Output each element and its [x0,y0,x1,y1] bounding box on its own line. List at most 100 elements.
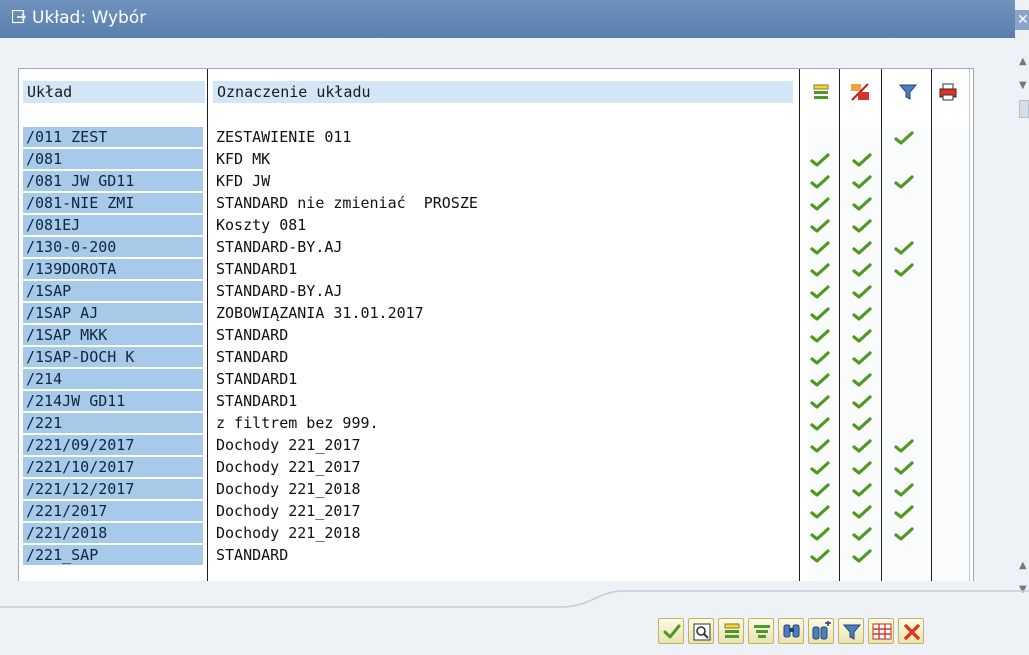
layout-description-cell[interactable]: KFD MK [213,149,795,169]
checkmark-icon [852,350,872,366]
layout-key-cell[interactable]: /221/12/2017 [23,479,203,499]
column-header-description[interactable]: Oznaczenie układu [213,81,793,103]
checkmark-icon [852,284,872,300]
table-row[interactable]: /1SAP MKK STANDARD [19,325,973,347]
layout-description-cell[interactable]: Dochody 221_2017 [213,501,795,521]
print-icon[interactable] [937,81,959,103]
layout-key-cell[interactable]: /139DOROTA [23,259,203,279]
checkmark-icon [852,306,872,322]
layout-key-cell[interactable]: /130-0-200 [23,237,203,257]
scroll-up-arrow[interactable]: ▲ [1019,56,1029,67]
layout-key-cell[interactable]: /221/2017 [23,501,203,521]
table-row[interactable]: /221/09/2017 Dochody 221_2017 [19,435,973,457]
layout-key-cell[interactable]: /1SAP-DOCH K [23,347,203,367]
layout-description-cell[interactable]: STANDARD-BY.AJ [213,237,795,257]
close-icon: ✕ [1017,12,1029,28]
checkmark-icon [810,460,830,476]
sort-icon [754,625,770,638]
table-row[interactable]: /221_SAP STANDARD [19,545,973,567]
scroll-grip[interactable] [1019,100,1029,118]
table-row[interactable]: /081-NIE ZMI STANDARD nie zmieniać PROSZE [19,193,973,215]
layout-key-cell[interactable]: /081-NIE ZMI [23,193,203,213]
layout-description-cell[interactable]: STANDARD1 [213,369,795,389]
layout-description-cell[interactable]: ZOBOWIĄZANIA 31.01.2017 [213,303,795,323]
layout-grid-button[interactable] [868,618,894,644]
confirm-button[interactable] [658,618,684,644]
layout-key-cell[interactable]: /1SAP [23,281,203,301]
layout-selection-table: Układ Oznaczenie układu /011 ZEST ZESTAWI… [18,68,974,581]
layout-description-cell[interactable]: Dochody 221_2017 [213,435,795,455]
table-row[interactable]: /130-0-200 STANDARD-BY.AJ [19,237,973,259]
layout-key-cell[interactable]: /214 [23,369,203,389]
layout-description-cell[interactable]: z filtrem bez 999. [213,413,795,433]
layout-description-cell[interactable]: ZESTAWIENIE 011 [213,127,795,147]
table-row[interactable]: /214 STANDARD1 [19,369,973,391]
table-row[interactable]: /081 JW GD11 KFD JW [19,171,973,193]
checkmark-icon [810,504,830,520]
default-layout-icon[interactable] [810,81,832,103]
layout-description-cell[interactable]: STANDARD nie zmieniać PROSZE [213,193,795,213]
table-row[interactable]: /081EJ Koszty 081 [19,215,973,237]
layout-key-cell[interactable]: /081 JW GD11 [23,171,203,191]
table-row[interactable]: /081 KFD MK [19,149,973,171]
layout-description-cell[interactable]: STANDARD [213,545,795,565]
layout-description-cell[interactable]: Koszty 081 [213,215,795,235]
layout-key-cell[interactable]: /221/10/2017 [23,457,203,477]
table-row[interactable]: /214JW GD11 STANDARD1 [19,391,973,413]
filter-icon[interactable] [897,81,919,103]
layout-description-cell[interactable]: STANDARD1 [213,391,795,411]
layout-key-cell[interactable]: /011 ZEST [23,127,203,147]
layout-key-cell[interactable]: /1SAP MKK [23,325,203,345]
checkmark-icon [810,218,830,234]
layout-description-cell[interactable]: Dochody 221_2018 [213,479,795,499]
close-window-button[interactable]: ✕ [1015,10,1029,30]
table-row[interactable]: /221/2017 Dochody 221_2017 [19,501,973,523]
table-row[interactable]: /1SAP AJ ZOBOWIĄZANIA 31.01.2017 [19,303,973,325]
confirm-icon [663,624,681,639]
filter-button[interactable] [838,618,864,644]
table-row[interactable]: /221 z filtrem bez 999. [19,413,973,435]
user-specific-icon[interactable] [849,81,871,103]
find-button[interactable] [778,618,804,644]
layout-description-cell[interactable]: STANDARD-BY.AJ [213,281,795,301]
find-next-button[interactable] [808,618,834,644]
layout-description-cell[interactable]: Dochody 221_2018 [213,523,795,543]
checkmark-icon [810,526,830,542]
checkmark-icon [810,328,830,344]
layout-key-cell[interactable]: /081 [23,149,203,169]
table-row[interactable]: /139DOROTA STANDARD1 [19,259,973,281]
checkmark-icon [852,438,872,454]
table-row[interactable]: /221/10/2017 Dochody 221_2017 [19,457,973,479]
layout-description-cell[interactable]: Dochody 221_2017 [213,457,795,477]
layout-description-cell[interactable]: KFD JW [213,171,795,191]
default-button[interactable] [718,618,744,644]
column-header-layout[interactable]: Układ [23,81,205,103]
checkmark-icon [894,262,914,278]
checkmark-icon [852,152,872,168]
layout-key-cell[interactable]: /221_SAP [23,545,203,565]
table-row[interactable]: /221/2018 Dochody 221_2018 [19,523,973,545]
table-row[interactable]: /1SAP STANDARD-BY.AJ [19,281,973,303]
checkmark-icon [852,548,872,564]
table-row[interactable]: /011 ZEST ZESTAWIENIE 011 [19,127,973,149]
layout-key-cell[interactable]: /081EJ [23,215,203,235]
table-row[interactable]: /1SAP-DOCH K STANDARD [19,347,973,369]
checkmark-icon [894,438,914,454]
checkmark-icon [810,548,830,564]
layout-key-cell[interactable]: /1SAP AJ [23,303,203,323]
layout-description-cell[interactable]: STANDARD1 [213,259,795,279]
sort-button[interactable] [748,618,774,644]
layout-key-cell[interactable]: /221 [23,413,203,433]
layout-description-cell[interactable]: STANDARD [213,347,795,367]
checkmark-icon [810,240,830,256]
cancel-button[interactable] [898,618,924,644]
layout-key-cell[interactable]: /221/2018 [23,523,203,543]
layout-key-cell[interactable]: /221/09/2017 [23,435,203,455]
layout-key-cell[interactable]: /214JW GD11 [23,391,203,411]
table-row[interactable]: /221/12/2017 Dochody 221_2018 [19,479,973,501]
layout-description-cell[interactable]: STANDARD [213,325,795,345]
checkmark-icon [810,416,830,432]
scroll-up-arrow-bottom[interactable]: ▲ [1019,560,1029,571]
scroll-down-arrow[interactable]: ▼ [1019,80,1029,91]
details-button[interactable] [688,618,714,644]
